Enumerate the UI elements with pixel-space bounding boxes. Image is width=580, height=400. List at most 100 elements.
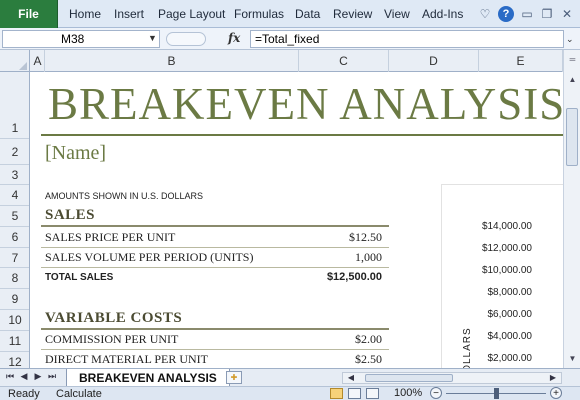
y-tick-label: $12,000.00 <box>481 243 532 254</box>
sheet-tab-breakeven[interactable]: BREAKEVEN ANALYSIS <box>66 369 230 387</box>
formula-bar: M38 ▼ fx =Total_fixed ⌄ <box>0 28 580 50</box>
row-header-9[interactable]: 9 <box>0 289 29 310</box>
row-header-12[interactable]: 12 <box>0 352 29 368</box>
column-header-c[interactable]: C <box>299 50 389 72</box>
first-sheet-icon[interactable]: ⏮ <box>4 371 16 382</box>
expand-formula-bar-icon[interactable]: ⌄ <box>566 34 574 45</box>
sales-price-label: SALES PRICE PER UNIT <box>45 230 176 244</box>
excel-window: File Home Insert Page Layout Formulas Da… <box>0 0 580 400</box>
last-sheet-icon[interactable]: ⏭ <box>46 371 58 382</box>
restore-icon[interactable]: ❐ <box>540 7 554 21</box>
tab-data[interactable]: Data <box>295 7 320 21</box>
column-header-a[interactable]: A <box>31 50 45 72</box>
y-tick-label: $14,000.00 <box>481 221 532 232</box>
title-rule <box>41 134 563 136</box>
row-header-6[interactable]: 6 <box>0 227 29 248</box>
column-header-b[interactable]: B <box>45 50 299 72</box>
row-header-4[interactable]: 4 <box>0 185 29 206</box>
column-headers: A B C D E <box>0 50 580 72</box>
sheet-title: BREAKEVEN ANALYSIS <box>48 79 563 129</box>
row-header-1[interactable]: 1 <box>0 72 29 139</box>
insert-function-button[interactable]: fx <box>228 31 240 45</box>
vertical-scroll-thumb[interactable] <box>566 108 578 166</box>
scroll-down-icon[interactable]: ▼ <box>565 351 580 366</box>
column-header-d[interactable]: D <box>389 50 479 72</box>
normal-view-icon[interactable] <box>330 388 343 399</box>
row-header-2[interactable]: 2 <box>0 139 29 165</box>
name-placeholder[interactable]: [Name] <box>45 142 106 165</box>
y-tick-label: $10,000.00 <box>481 265 532 276</box>
worksheet-grid[interactable]: BREAKEVEN ANALYSIS [Name] AMOUNTS SHOWN … <box>31 72 563 368</box>
next-sheet-icon[interactable]: ▶ <box>32 371 44 382</box>
insert-sheet-icon[interactable]: ✚ <box>226 371 242 384</box>
ribbon-tabs: File Home Insert Page Layout Formulas Da… <box>0 0 580 28</box>
direct-material-value[interactable]: $2.50 <box>293 352 382 367</box>
row-header-10[interactable]: 10 <box>0 310 29 331</box>
help-icon[interactable]: ? <box>498 6 514 22</box>
vertical-scrollbar[interactable]: ═ ▲ ▼ <box>563 50 580 368</box>
formula-bar-resize-handle[interactable] <box>166 32 206 46</box>
section-rule-sales <box>41 225 389 227</box>
name-box-dropdown-icon[interactable]: ▼ <box>148 33 157 43</box>
scroll-up-icon[interactable]: ▲ <box>565 72 580 87</box>
row-header-8[interactable]: 8 <box>0 268 29 289</box>
sales-price-value[interactable]: $12.50 <box>293 230 382 245</box>
status-calculate[interactable]: Calculate <box>56 388 102 400</box>
sales-volume-label: SALES VOLUME PER PERIOD (UNITS) <box>45 250 254 264</box>
zoom-in-button[interactable]: + <box>550 387 562 399</box>
tab-add-ins[interactable]: Add-Ins <box>422 7 463 21</box>
sheet-tab-bar: ⏮ ◀ ▶ ⏭ BREAKEVEN ANALYSIS ✚ ◀ ▶ <box>0 368 580 387</box>
total-sales-value[interactable]: $12,500.00 <box>293 271 382 283</box>
y-tick-label: $4,000.00 <box>487 331 533 342</box>
section-sales: SALES <box>45 207 96 223</box>
row-header-7[interactable]: 7 <box>0 248 29 268</box>
tab-review[interactable]: Review <box>333 7 372 21</box>
formula-input[interactable]: =Total_fixed <box>250 30 564 48</box>
select-all-triangle-icon <box>19 62 27 70</box>
horizontal-scrollbar[interactable]: ◀ ▶ <box>342 372 562 384</box>
row-rule <box>41 247 389 248</box>
zoom-level[interactable]: 100% <box>394 387 422 399</box>
commission-label: COMMISSION PER UNIT <box>45 332 179 346</box>
file-tab[interactable]: File <box>0 0 58 28</box>
ribbon-controls: ♡ ? ▭ ❐ ✕ <box>478 4 580 24</box>
scroll-left-icon[interactable]: ◀ <box>345 373 357 382</box>
page-layout-view-icon[interactable] <box>348 388 361 399</box>
row-header-3[interactable]: 3 <box>0 165 29 185</box>
horizontal-scroll-thumb[interactable] <box>365 374 453 382</box>
section-variable-costs: VARIABLE COSTS <box>45 310 183 326</box>
row-header-11[interactable]: 11 <box>0 331 29 352</box>
tab-view[interactable]: View <box>384 7 410 21</box>
minimize-ribbon-icon[interactable]: ▭ <box>520 7 534 21</box>
status-bar: Ready Calculate 100% − + <box>0 386 580 400</box>
scroll-right-icon[interactable]: ▶ <box>547 373 559 382</box>
y-axis-label: DOLLARS <box>462 327 473 368</box>
y-tick-label: $2,000.00 <box>487 353 533 364</box>
heart-icon[interactable]: ♡ <box>478 7 492 21</box>
prev-sheet-icon[interactable]: ◀ <box>18 371 30 382</box>
zoom-slider-thumb[interactable] <box>494 388 499 399</box>
page-break-view-icon[interactable] <box>366 388 379 399</box>
row-headers: 1 2 3 4 5 6 7 8 9 10 11 12 <box>0 72 30 368</box>
row-rule <box>41 349 389 350</box>
sales-volume-value[interactable]: 1,000 <box>293 250 382 265</box>
currency-note: AMOUNTS SHOWN IN U.S. DOLLARS <box>45 191 204 201</box>
row-header-5[interactable]: 5 <box>0 206 29 227</box>
direct-material-label: DIRECT MATERIAL PER UNIT <box>45 352 208 366</box>
name-box[interactable]: M38 <box>2 30 160 48</box>
tab-page-layout[interactable]: Page Layout <box>158 7 225 21</box>
row-rule <box>41 267 389 268</box>
commission-value[interactable]: $2.00 <box>293 332 382 347</box>
y-tick-label: $8,000.00 <box>487 287 533 298</box>
close-icon[interactable]: ✕ <box>560 7 574 21</box>
split-handle-icon[interactable]: ═ <box>565 52 580 67</box>
column-header-e[interactable]: E <box>479 50 563 72</box>
select-all-button[interactable] <box>0 50 30 72</box>
tab-formulas[interactable]: Formulas <box>234 7 284 21</box>
tab-insert[interactable]: Insert <box>114 7 144 21</box>
zoom-out-button[interactable]: − <box>430 387 442 399</box>
section-rule-variable <box>41 328 389 330</box>
tab-home[interactable]: Home <box>69 7 101 21</box>
status-ready: Ready <box>8 388 40 400</box>
breakeven-chart[interactable]: $14,000.00 $12,000.00 $10,000.00 $8,000.00 $… <box>441 184 563 368</box>
